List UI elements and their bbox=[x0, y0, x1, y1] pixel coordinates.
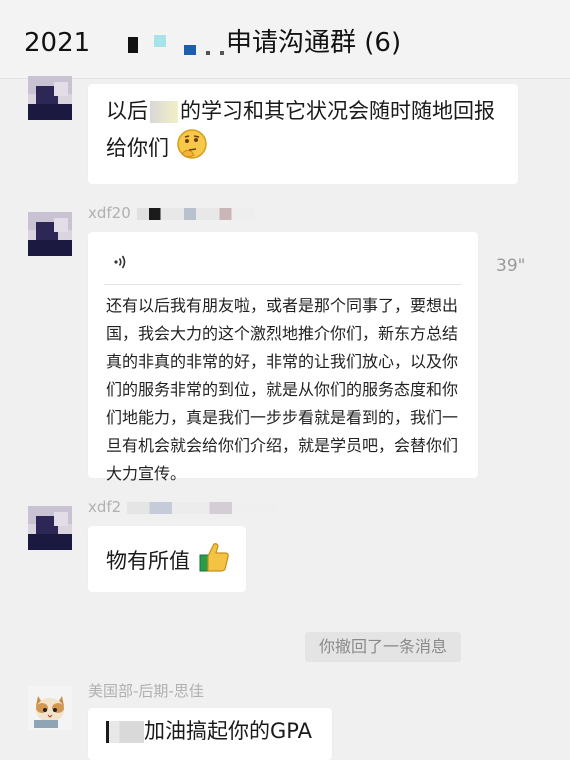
sender-name-text: xdf20 bbox=[88, 204, 131, 222]
avatar[interactable] bbox=[28, 76, 72, 120]
sender-name-text: xdf2 bbox=[88, 498, 122, 516]
redacted-name bbox=[106, 721, 144, 743]
voice-transcript[interactable]: 还有以后我有朋友啦，或者是那个同事了，要想出国，我会大力的这个激烈地推介你们，新… bbox=[106, 292, 472, 488]
message-text: 物有所值 bbox=[106, 549, 190, 573]
cat-avatar[interactable] bbox=[28, 686, 72, 730]
redacted-group-name bbox=[124, 31, 226, 57]
avatar[interactable] bbox=[28, 506, 72, 550]
redacted-sender bbox=[127, 501, 278, 514]
message-bubble[interactable]: 加油搞起你的GPA bbox=[88, 708, 332, 760]
sender-name: xdf2 bbox=[88, 498, 278, 516]
voice-wave-icon bbox=[112, 248, 132, 269]
cat-icon bbox=[28, 686, 72, 730]
chat-header: 2021 申请沟通群 (6) bbox=[0, 0, 570, 79]
sender-name: 美国部-后期-思佳 bbox=[88, 682, 204, 700]
redacted-sender bbox=[136, 207, 255, 220]
message-text-line1: 的学习和其它状况会随时随地回报 bbox=[180, 99, 495, 123]
voice-message-bubble[interactable]: 还有以后我有朋友啦，或者是那个同事了，要想出国，我会大力的这个激烈地推介你们，新… bbox=[88, 232, 478, 483]
chat-title-year: 2021 bbox=[24, 28, 91, 58]
avatar[interactable] bbox=[28, 212, 72, 256]
message-text-prefix: 以后 bbox=[106, 99, 148, 123]
message-text: 加油搞起你的GPA bbox=[144, 719, 312, 743]
voice-duration: 39" bbox=[496, 256, 526, 276]
thumbs-up-icon bbox=[197, 540, 231, 584]
chat-title-suffix: 申请沟通群 (6) bbox=[226, 28, 402, 58]
message-text-line2: 给你们 bbox=[106, 136, 169, 160]
sender-name: xdf20 bbox=[88, 204, 255, 222]
thinking-face-icon bbox=[176, 128, 208, 170]
redacted-name bbox=[150, 101, 178, 123]
recall-notice: 你撤回了一条消息 bbox=[305, 632, 462, 662]
message-bubble[interactable]: 以后 的学习和其它状况会随时随地回报 给你们 bbox=[88, 84, 518, 184]
message-bubble[interactable]: 物有所值 bbox=[88, 526, 246, 592]
divider bbox=[104, 284, 462, 285]
chat-title[interactable]: 2021 申请沟通群 (6) bbox=[24, 22, 401, 59]
